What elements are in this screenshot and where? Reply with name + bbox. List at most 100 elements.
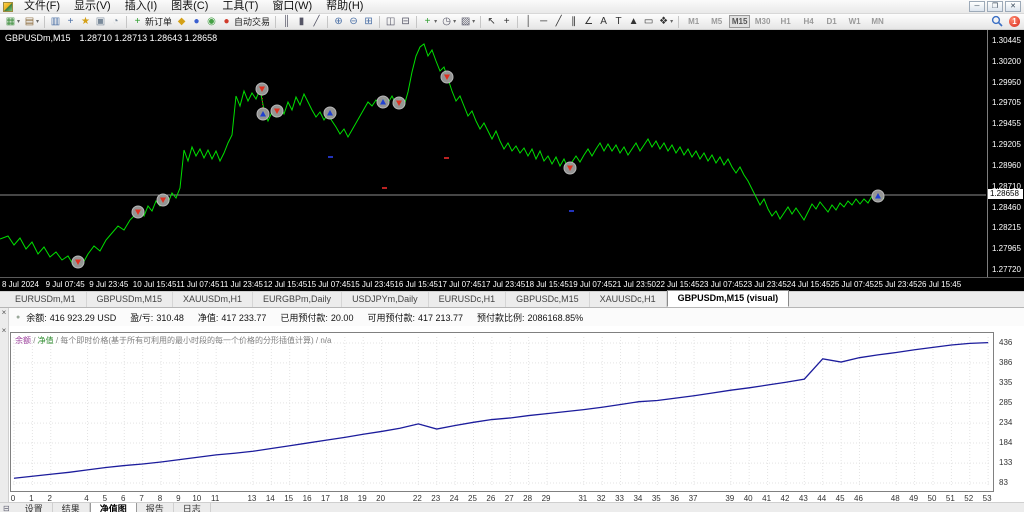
panel-close-button[interactable]: × (0, 308, 9, 326)
time-axis[interactable]: 8 Jul 20249 Jul 07:459 Jul 23:4510 Jul 1… (0, 277, 1024, 291)
minimize-button[interactable]: ─ (969, 1, 985, 12)
cursor-icon: ↖ (486, 15, 497, 29)
trendline-button[interactable]: ╱ (551, 15, 566, 29)
price-axis[interactable]: 1.304451.302001.299501.297051.294551.292… (987, 30, 1024, 277)
metaeditor-button[interactable]: ◆ (174, 15, 189, 29)
terminal-button[interactable]: ▣ (93, 15, 108, 29)
tab-settings[interactable]: 设置 (16, 503, 53, 512)
period-m15[interactable]: M15 (729, 15, 750, 28)
new-chart-button[interactable]: ▦▾ (3, 15, 22, 29)
toolbar-separator (44, 16, 45, 28)
period-m30[interactable]: M30 (752, 15, 773, 28)
bar-chart-button[interactable]: ║ (279, 15, 294, 29)
chart-tab-1[interactable]: GBPUSDm,M15 (87, 292, 174, 307)
market-watch-button[interactable]: ▥ (48, 15, 63, 29)
data-window-button[interactable]: + (63, 15, 78, 29)
menu-charts[interactable]: 图表(C) (164, 0, 215, 13)
period-w1[interactable]: W1 (844, 15, 865, 28)
search-icon[interactable] (991, 15, 1004, 28)
period-m1[interactable]: M1 (683, 15, 704, 28)
tab-results[interactable]: 结果 (53, 503, 90, 512)
period-m5[interactable]: M5 (706, 15, 727, 28)
chart-tab-4[interactable]: USDJPYm,Daily (342, 292, 429, 307)
menu-help[interactable]: 帮助(H) (319, 0, 370, 13)
navigator-button[interactable]: ★ (78, 15, 93, 29)
zoom-in-button[interactable]: ⊕ (331, 15, 346, 29)
periods-button[interactable]: ◷▾ (439, 15, 458, 29)
arrow-tool-button[interactable]: ▲ (626, 15, 641, 29)
cursor-button[interactable]: ↖ (484, 15, 499, 29)
period-mn[interactable]: MN (867, 15, 888, 28)
chart-tab-5[interactable]: EURUSDc,H1 (429, 292, 507, 307)
equity-legend-token: 余额 (15, 336, 31, 345)
arrange-horizontal-button[interactable]: ◫ (383, 15, 398, 29)
channel-button[interactable]: ∥ (566, 15, 581, 29)
price-tick: 1.29705 (992, 98, 1024, 107)
label-button[interactable]: T (611, 15, 626, 29)
tile-windows-button[interactable]: ⊞ (361, 15, 376, 29)
toolbar-separator (678, 16, 679, 28)
new-order-button[interactable]: +新订单 (130, 15, 174, 29)
news-button[interactable]: ◉ (204, 15, 219, 29)
menu-insert[interactable]: 插入(I) (118, 0, 164, 13)
notification-badge[interactable]: 1 (1009, 16, 1020, 27)
price-tick: 1.28460 (992, 203, 1024, 212)
toolbar-separator (327, 16, 328, 28)
toolbar-group-0: ▦▾▤▾ (3, 14, 41, 30)
more-tools-button[interactable]: ❖▾ (656, 15, 675, 29)
indicators-button[interactable]: +▾ (420, 15, 439, 29)
status-equity-value: 417 233.77 (221, 313, 266, 323)
period-h4[interactable]: H4 (798, 15, 819, 28)
shapes-button[interactable]: ▭ (641, 15, 656, 29)
toolbar-separator (416, 16, 417, 28)
trade-marker-sell (441, 71, 453, 83)
price-chart[interactable]: GBPUSDm,M151.28710 1.28713 1.28643 1.286… (0, 30, 1024, 291)
chart-tab-3[interactable]: EURGBPm,Daily (253, 292, 342, 307)
equity-legend-token: 每个即时价格(基于所有可利用的最小时段的每一个价格的分形插值计算) (60, 336, 313, 345)
experts-icon: ● (191, 15, 202, 29)
candlestick-button[interactable]: ▮ (294, 15, 309, 29)
tile-windows-icon: ⊞ (363, 15, 374, 29)
period-h1[interactable]: H1 (775, 15, 796, 28)
tester-icon: ◔ (110, 15, 121, 29)
price-tick: 1.27965 (992, 244, 1024, 253)
restore-button[interactable]: ❐ (987, 1, 1003, 12)
equity-legend-token: / (31, 336, 38, 345)
menu-view[interactable]: 显示(V) (67, 0, 118, 13)
chart-tab-6[interactable]: GBPUSDc,M15 (506, 292, 590, 307)
text-button[interactable]: A (596, 15, 611, 29)
menu-tools[interactable]: 工具(T) (215, 0, 265, 13)
crosshair-button[interactable]: + (499, 15, 514, 29)
graph-close-button[interactable]: × (0, 326, 9, 502)
tab-graph[interactable]: 净值图 (90, 503, 137, 512)
autotrading-button[interactable]: ●自动交易 (219, 15, 272, 29)
line-chart-button[interactable]: ╱ (309, 15, 324, 29)
chart-tab-0[interactable]: EURUSDm,M1 (5, 292, 87, 307)
tab-report[interactable]: 报告 (137, 503, 174, 512)
tab-journal[interactable]: 日志 (174, 503, 211, 512)
equity-chart-canvas[interactable] (11, 333, 993, 491)
dropdown-arrow-icon: ▾ (36, 15, 39, 29)
experts-button[interactable]: ● (189, 15, 204, 29)
price-chart-canvas[interactable] (0, 30, 986, 277)
zoom-out-button[interactable]: ⊖ (346, 15, 361, 29)
status-equity: 净值:417 233.77 (198, 311, 267, 324)
fibonacci-button[interactable]: ∠ (581, 15, 596, 29)
status-free-margin-value: 417 213.77 (418, 313, 463, 323)
arrange-vertical-button[interactable]: ⊟ (398, 15, 413, 29)
profiles-button[interactable]: ▤▾ (22, 15, 41, 29)
time-tick: 26 Jul 15:45 (918, 280, 962, 289)
close-button[interactable]: ✕ (1005, 1, 1021, 12)
chart-tab-8[interactable]: GBPUSDm,M15 (visual) (667, 290, 790, 307)
vertical-line-button[interactable]: │ (521, 15, 536, 29)
period-d1[interactable]: D1 (821, 15, 842, 28)
templates-button[interactable]: ▨▾ (458, 15, 477, 29)
menu-file[interactable]: 文件(F) (17, 0, 67, 13)
equity-chart[interactable]: 余额 / 净值 / 每个即时价格(基于所有可利用的最小时段的每一个价格的分形插值… (10, 332, 994, 492)
chart-tab-7[interactable]: XAUUSDc,H1 (590, 292, 667, 307)
menu-window[interactable]: 窗口(W) (265, 0, 319, 13)
horizontal-line-button[interactable]: ─ (536, 15, 551, 29)
price-tick: 1.27720 (992, 265, 1024, 274)
tester-button[interactable]: ◔ (108, 15, 123, 29)
chart-tab-2[interactable]: XAUUSDm,H1 (173, 292, 253, 307)
